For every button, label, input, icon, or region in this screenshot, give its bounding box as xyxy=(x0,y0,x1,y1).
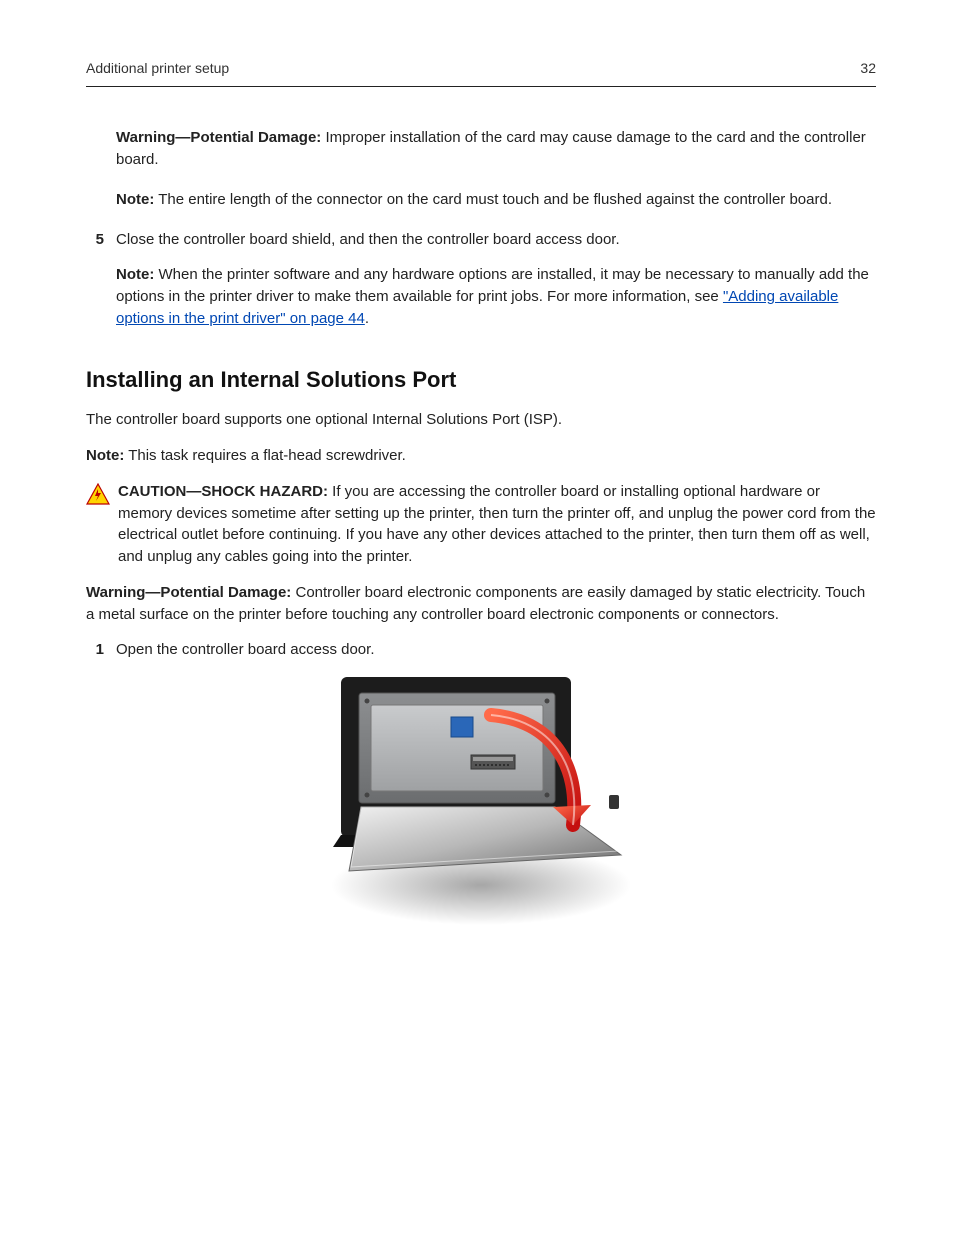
warning-label: Warning—Potential Damage: xyxy=(116,129,321,146)
step-5: 5 Close the controller board shield, and… xyxy=(86,229,876,251)
note-label: Note: xyxy=(86,447,124,464)
caution-body: CAUTION—SHOCK HAZARD: If you are accessi… xyxy=(118,481,876,568)
figure-printer-access-door xyxy=(86,675,876,942)
note-block-3: Note: This task requires a flat-head scr… xyxy=(86,445,876,467)
note-block-1: Note: The entire length of the connector… xyxy=(116,189,876,211)
step-1: 1 Open the controller board access door. xyxy=(86,639,876,661)
warning-block-1: Warning—Potential Damage: Improper insta… xyxy=(116,127,876,171)
caution-label: CAUTION—SHOCK HAZARD: xyxy=(118,483,328,500)
step-text: Close the controller board shield, and t… xyxy=(116,229,876,251)
section-heading: Installing an Internal Solutions Port xyxy=(86,364,876,396)
note-text-b: . xyxy=(365,310,369,327)
note-block-2: Note: When the printer software and any … xyxy=(116,264,876,329)
step-number: 1 xyxy=(86,639,116,661)
shock-hazard-icon xyxy=(86,483,114,512)
running-header: Additional printer setup 32 xyxy=(86,58,876,87)
caution-block: CAUTION—SHOCK HAZARD: If you are accessi… xyxy=(86,481,876,568)
section-title: Additional printer setup xyxy=(86,58,229,78)
note-label: Note: xyxy=(116,191,154,208)
step-text: Open the controller board access door. xyxy=(116,639,876,661)
document-page: Additional printer setup 32 Warning—Pote… xyxy=(0,0,954,1235)
step-number: 5 xyxy=(86,229,116,251)
note-text: This task requires a flat-head screwdriv… xyxy=(124,447,406,464)
warning-block-2: Warning—Potential Damage: Controller boa… xyxy=(86,582,876,626)
note-text: The entire length of the connector on th… xyxy=(154,191,832,208)
note-label: Note: xyxy=(116,266,154,283)
intro-paragraph: The controller board supports one option… xyxy=(86,409,876,431)
warning-label: Warning—Potential Damage: xyxy=(86,584,291,601)
page-number: 32 xyxy=(860,58,876,78)
